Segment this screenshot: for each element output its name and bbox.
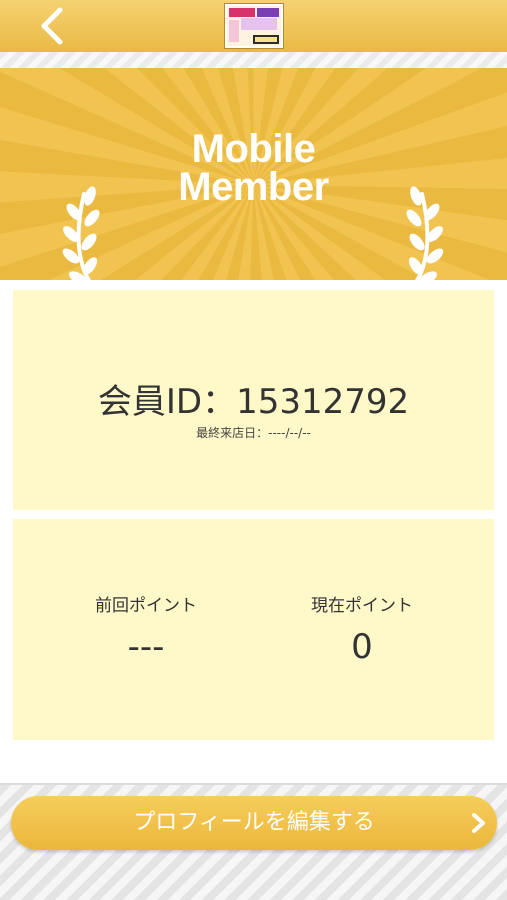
banner-title-line1: Mobile	[191, 127, 316, 171]
edit-profile-label: プロフィールを編集する	[133, 810, 375, 835]
member-id: 会員ID：15312792	[97, 382, 410, 422]
member-banner: Mobile Member	[0, 68, 507, 280]
laurel-left-icon	[62, 186, 100, 280]
chevron-left-icon	[41, 7, 63, 45]
back-button[interactable]	[30, 4, 74, 48]
last-visit-date: 最終来店日：----/--/--	[196, 426, 311, 440]
chevron-right-icon	[472, 813, 485, 833]
member-id-card: 会員ID：15312792 最終来店日：----/--/--	[13, 290, 494, 510]
previous-points-label: 前回ポイント	[95, 596, 197, 616]
points-card: 前回ポイント --- 現在ポイント 0	[13, 519, 494, 740]
store-logo	[224, 3, 284, 49]
header-divider	[0, 52, 507, 68]
current-points-value: 0	[351, 627, 373, 667]
laurel-right-icon	[406, 186, 444, 280]
current-points-label: 現在ポイント	[311, 596, 413, 616]
edit-profile-button[interactable]: プロフィールを編集する	[11, 796, 497, 850]
app-header	[0, 0, 507, 52]
previous-points-value: ---	[127, 627, 165, 667]
